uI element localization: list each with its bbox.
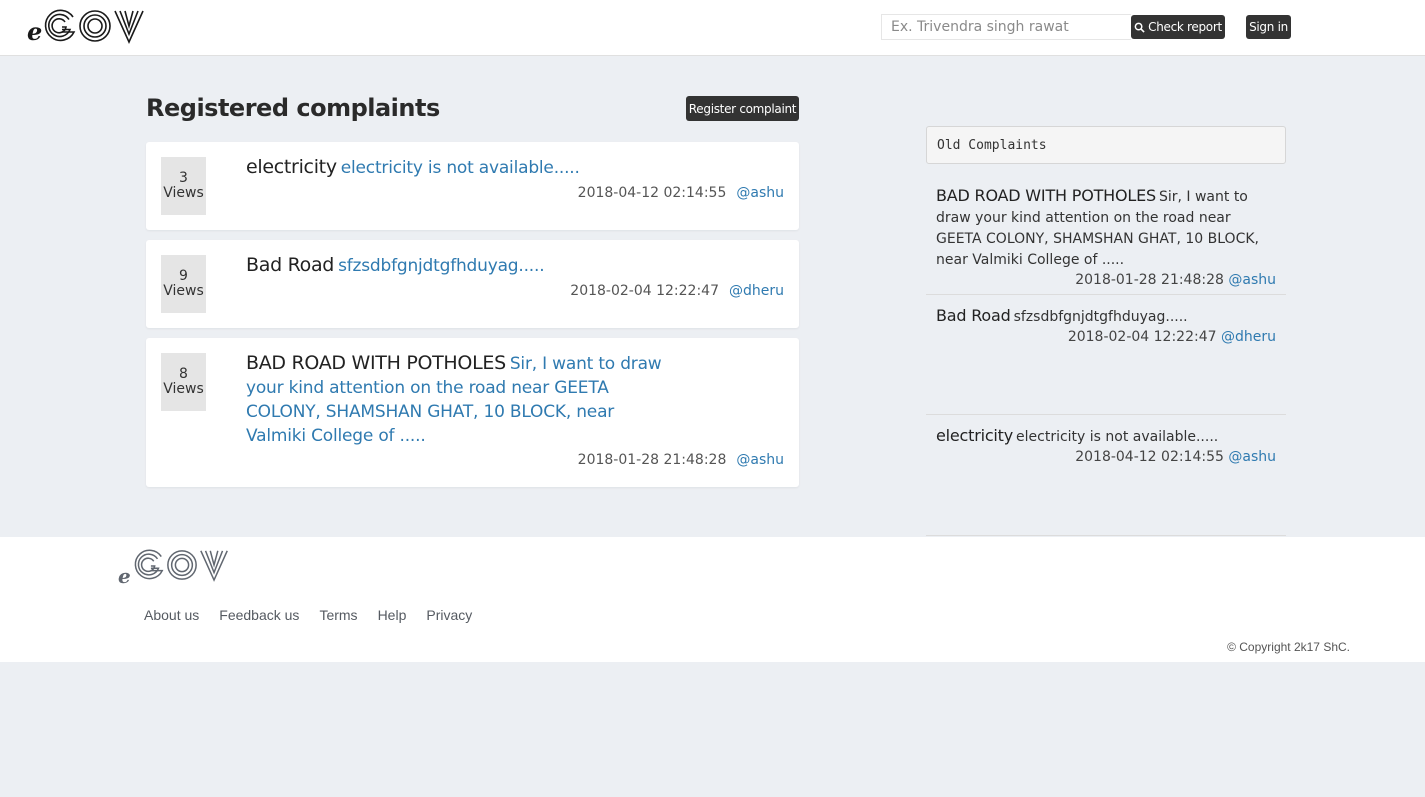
old-complaint-user-link[interactable]: @dheru	[1221, 329, 1276, 345]
sign-in-button[interactable]: Sign in	[1246, 15, 1291, 39]
views-label: Views	[163, 381, 204, 397]
complaint-date: 2018-01-28 21:48:28	[577, 452, 727, 468]
old-complaint-text: BAD ROAD WITH POTHOLES Sir, I want to dra…	[936, 186, 1276, 270]
complaint-title[interactable]: BAD ROAD WITH POTHOLES	[246, 352, 506, 374]
complaint-content: Bad Road sfzsdbfgnjdtgfhduyag.....	[246, 253, 676, 278]
old-complaint-text: electricity electricity is not available.…	[936, 426, 1276, 447]
footer-link-privacy[interactable]: Privacy	[426, 607, 472, 623]
footer-link-help[interactable]: Help	[378, 607, 407, 623]
views-counter: 8 Views	[161, 353, 206, 411]
complaint-meta: 2018-02-04 12:22:47 @dheru	[570, 283, 784, 299]
complaint-card[interactable]: 8 Views BAD ROAD WITH POTHOLES Sir, I wan…	[146, 338, 799, 487]
complaint-user-link[interactable]: @dheru	[729, 283, 784, 299]
complaint-title[interactable]: electricity	[246, 156, 337, 178]
search-input[interactable]	[881, 14, 1131, 40]
old-complaint-meta: 2018-01-28 21:48:28 @ashu	[936, 270, 1276, 290]
footer-link-about[interactable]: About us	[144, 607, 199, 623]
complaint-user-link[interactable]: @ashu	[736, 185, 784, 201]
complaint-date: 2018-02-04 12:22:47	[570, 283, 719, 299]
footer-link-terms[interactable]: Terms	[319, 607, 357, 623]
logo-gov-wordmark	[45, 9, 145, 44]
page-title: Registered complaints	[146, 94, 440, 122]
views-counter: 3 Views	[161, 157, 206, 215]
views-counter: 9 Views	[161, 255, 206, 313]
old-complaint-title: electricity	[936, 426, 1014, 445]
complaint-title[interactable]: Bad Road	[246, 254, 334, 276]
old-complaint-date: 2018-04-12 02:14:55	[1075, 449, 1224, 465]
views-count: 3	[179, 170, 188, 186]
old-complaint-meta: 2018-02-04 12:22:47 @dheru	[936, 327, 1276, 347]
copyright-text: © Copyright 2k17 ShC.	[1227, 640, 1350, 654]
footer-logo-gov-wordmark	[134, 549, 228, 582]
views-label: Views	[163, 185, 204, 201]
check-report-label: Check report	[1148, 20, 1222, 34]
views-count: 8	[179, 366, 188, 382]
old-complaint-date: 2018-02-04 12:22:47	[1067, 329, 1217, 345]
old-complaint-user-link[interactable]: @ashu	[1228, 449, 1276, 465]
complaint-description-link[interactable]: sfzsdbfgnjdtgfhduyag.....	[338, 256, 545, 276]
complaint-card[interactable]: 9 Views Bad Road sfzsdbfgnjdtgfhduyag....…	[146, 240, 799, 328]
complaint-date: 2018-04-12 02:14:55	[577, 185, 727, 201]
old-complaint-item[interactable]: Bad Road sfzsdbfgnjdtgfhduyag..... 2018-0…	[926, 306, 1286, 415]
complaint-content: BAD ROAD WITH POTHOLES Sir, I want to dra…	[246, 351, 676, 448]
footer: e About us Feedback us Terms Help Privac…	[0, 537, 1425, 662]
egov-logo[interactable]: e	[27, 8, 147, 44]
footer-egov-logo[interactable]: e	[118, 548, 231, 586]
sign-in-label: Sign in	[1249, 20, 1288, 34]
complaint-user-link[interactable]: @ashu	[736, 452, 784, 468]
old-complaint-user-link[interactable]: @ashu	[1228, 272, 1276, 288]
old-complaint-text: Bad Road sfzsdbfgnjdtgfhduyag.....	[936, 306, 1276, 327]
footer-link-feedback[interactable]: Feedback us	[219, 607, 299, 623]
old-complaints-heading: Old Complaints	[926, 126, 1286, 164]
check-report-button[interactable]: Check report	[1131, 15, 1225, 39]
old-complaint-title: Bad Road	[936, 306, 1011, 325]
complaint-meta: 2018-01-28 21:48:28 @ashu	[578, 452, 784, 468]
old-complaint-title: BAD ROAD WITH POTHOLES	[936, 186, 1156, 205]
footer-links: About us Feedback us Terms Help Privacy	[144, 607, 492, 623]
footer-logo-e: e	[118, 564, 131, 588]
register-complaint-button[interactable]: Register complaint	[686, 96, 799, 121]
old-complaint-description: electricity is not available.....	[1016, 429, 1219, 445]
top-navbar: e Check report Sign in	[0, 0, 1425, 56]
old-complaint-item[interactable]: BAD ROAD WITH POTHOLES Sir, I want to dra…	[926, 186, 1286, 295]
views-label: Views	[163, 283, 204, 299]
old-complaint-item[interactable]: electricity electricity is not available.…	[926, 426, 1286, 536]
register-complaint-label: Register complaint	[688, 101, 797, 116]
complaint-card[interactable]: 3 Views electricity electricity is not av…	[146, 142, 799, 230]
old-complaint-date: 2018-01-28 21:48:28	[1075, 272, 1224, 288]
logo-e: e	[27, 17, 43, 46]
complaint-content: electricity electricity is not available.…	[246, 155, 676, 180]
search-icon	[1134, 22, 1145, 33]
old-complaint-description: sfzsdbfgnjdtgfhduyag.....	[1013, 309, 1188, 325]
old-complaint-meta: 2018-04-12 02:14:55 @ashu	[936, 447, 1276, 467]
views-count: 9	[179, 268, 188, 284]
complaint-meta: 2018-04-12 02:14:55 @ashu	[578, 185, 784, 201]
complaint-description-link[interactable]: electricity is not available.....	[341, 158, 580, 178]
